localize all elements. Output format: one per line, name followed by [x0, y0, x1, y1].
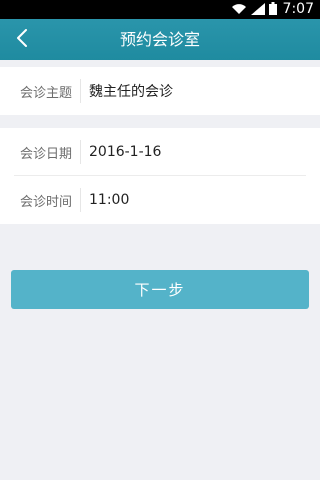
datetime-card: 会诊日期 2016-1-16 会诊时间 11:00: [0, 128, 320, 224]
topic-label: 会诊主题: [20, 85, 73, 101]
page-title: 预约会诊室: [119, 30, 200, 49]
time-label: 会诊时间: [20, 194, 73, 210]
date-label: 会诊日期: [20, 146, 73, 162]
date-field[interactable]: 2016-1-16: [81, 144, 161, 160]
time-row[interactable]: 会诊时间 11:00: [0, 176, 320, 224]
next-step-button[interactable]: 下一步: [11, 270, 309, 309]
nav-bar: 预约会诊室: [0, 19, 320, 60]
status-bar: 7:07: [0, 0, 320, 19]
signal-icon: [250, 0, 265, 19]
date-row[interactable]: 会诊日期 2016-1-16: [0, 128, 320, 176]
status-clock: 7:07: [282, 1, 314, 17]
topic-row[interactable]: 会诊主题 魏主任的会诊: [0, 67, 320, 115]
time-field[interactable]: 11:00: [81, 192, 129, 208]
topic-field[interactable]: 魏主任的会诊: [81, 81, 173, 101]
topic-card: 会诊主题 魏主任的会诊: [0, 67, 320, 115]
wifi-icon: [231, 0, 247, 19]
battery-icon: [268, 0, 277, 19]
